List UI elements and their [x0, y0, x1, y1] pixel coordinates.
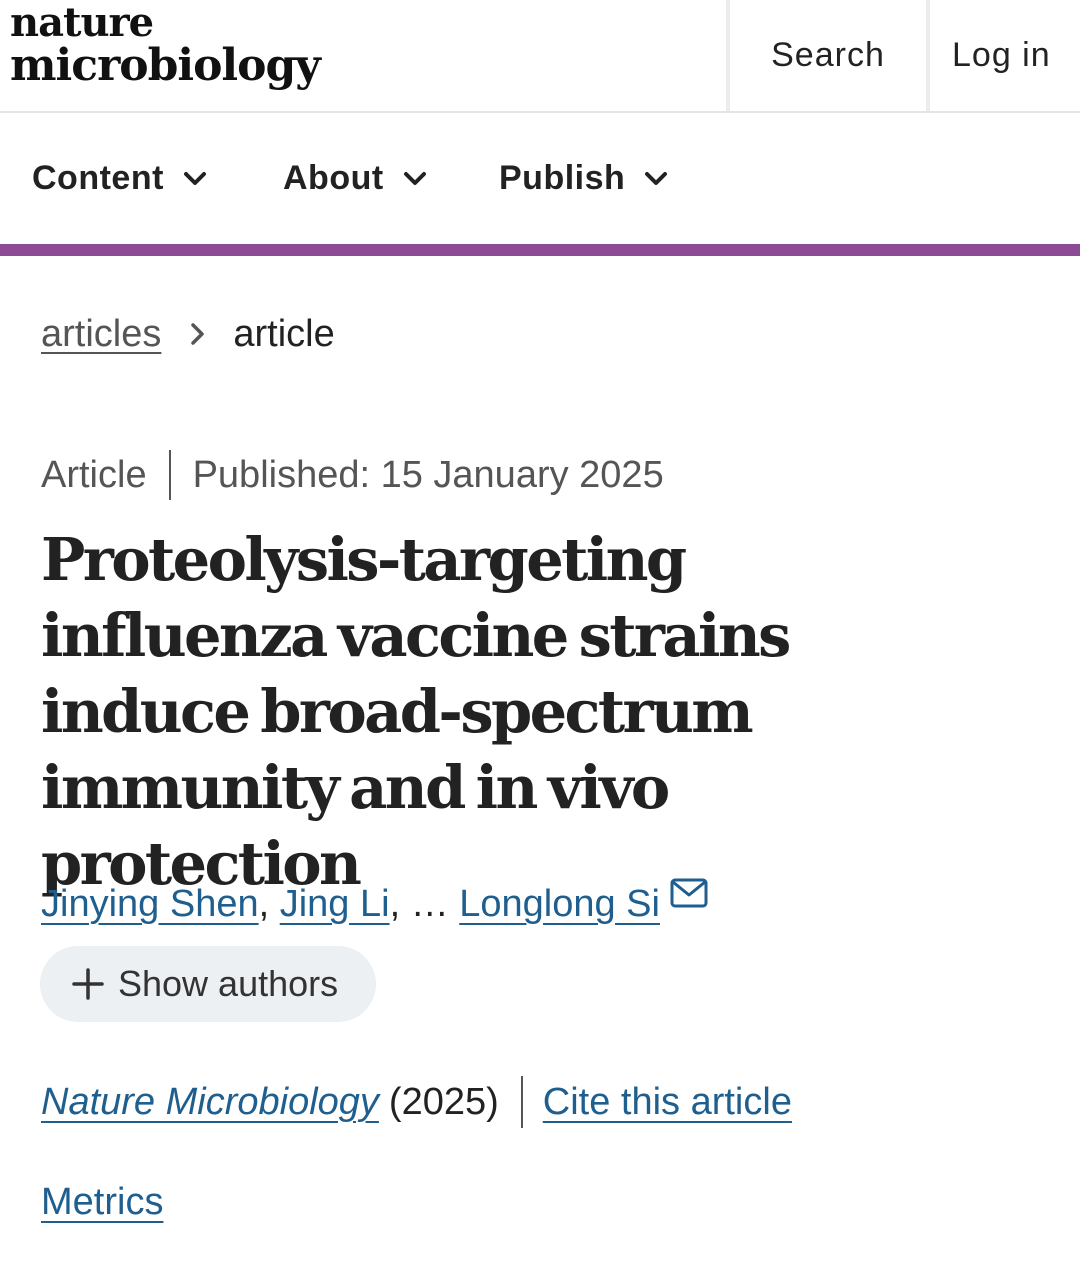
nav-item-label: About [283, 159, 384, 197]
article-title: Proteolysis-targeting influenza vaccine … [41, 525, 791, 898]
main-nav: Content About Publish [0, 113, 1080, 244]
article-type: Article [41, 453, 147, 496]
article-meta: Article Published: 15 January 2025 [41, 448, 664, 502]
nav-item-publish[interactable]: Publish [499, 113, 669, 244]
login-button[interactable]: Log in [926, 0, 1080, 111]
publication-year: (2025) [388, 1080, 499, 1123]
author-ellipsis: … [410, 882, 449, 925]
show-authors-button[interactable]: Show authors [40, 946, 376, 1022]
meta-divider [168, 450, 171, 500]
nav-item-label: Content [32, 159, 164, 197]
breadcrumb-articles-link[interactable]: articles [41, 313, 161, 356]
metrics-link[interactable]: Metrics [41, 1174, 163, 1230]
search-button[interactable]: Search [726, 0, 926, 111]
nav-accent-bar [0, 244, 1080, 256]
author-spacer [449, 883, 460, 926]
chevron-down-icon [645, 171, 668, 185]
citation-row: Nature Microbiology (2025) Cite this art… [41, 1072, 792, 1132]
journal-link[interactable]: Nature Microbiology [41, 1081, 379, 1124]
chevron-down-icon [183, 171, 206, 185]
author-separator: , [258, 882, 280, 925]
nav-item-content[interactable]: Content [32, 113, 208, 244]
nav-item-about[interactable]: About [283, 113, 428, 244]
show-authors-label: Show authors [118, 963, 339, 1004]
published-date: Published: 15 January 2025 [192, 453, 664, 496]
author-link-last[interactable]: Longlong Si [459, 883, 660, 926]
nav-item-label: Publish [499, 159, 626, 197]
chevron-down-icon [403, 171, 426, 185]
journal-logo[interactable]: nature microbiology [10, 0, 321, 91]
cite-divider [520, 1076, 523, 1128]
breadcrumb: articles article [41, 308, 335, 360]
cite-this-article-link[interactable]: Cite this article [543, 1081, 792, 1124]
author-list: Jinying Shen, Jing Li, … Longlong Si [41, 874, 708, 934]
mail-icon[interactable] [670, 878, 708, 908]
breadcrumb-current: article [233, 312, 335, 355]
plus-icon [72, 968, 104, 1000]
site-header: nature microbiology Search Log in [0, 0, 1080, 113]
author-link-second[interactable]: Jing Li [280, 883, 390, 926]
logo-line-nature: nature [10, 0, 154, 46]
chevron-right-icon [191, 323, 205, 345]
logo-line-microbiology: microbiology [10, 40, 321, 91]
author-separator: , [389, 882, 411, 925]
author-link-first[interactable]: Jinying Shen [41, 883, 259, 926]
